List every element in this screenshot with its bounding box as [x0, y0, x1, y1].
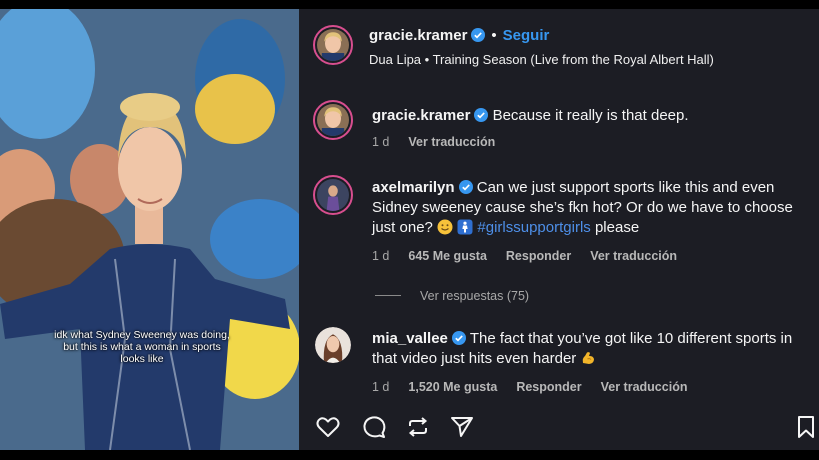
- comment-avatar-image: [317, 104, 349, 136]
- comment-time: 1 d: [372, 249, 390, 263]
- comment-meta: 1 d 1,520 Me gusta Responder Ver traducción: [372, 380, 706, 394]
- verified-badge-icon: [458, 180, 473, 194]
- comment-text-tail: please: [594, 219, 640, 236]
- comment-avatar-image: [317, 179, 349, 211]
- comment-icon[interactable]: [361, 414, 387, 440]
- view-replies-label: Ver respuestas (75): [420, 289, 530, 303]
- replies-divider: [375, 295, 401, 296]
- comment-body: axelmarilyn Can we just support sports l…: [372, 178, 812, 238]
- comment-meta: 1 d Ver traducción: [372, 135, 514, 149]
- bookmark-icon[interactable]: [795, 414, 815, 440]
- view-replies-button[interactable]: Ver respuestas (75): [375, 289, 529, 303]
- verified-badge-icon: [471, 28, 486, 42]
- comment-text: Because it really is that deep.: [492, 107, 689, 124]
- smile-emoji-icon: [437, 219, 453, 235]
- author-avatar[interactable]: [313, 25, 353, 65]
- comment-time: 1 d: [372, 380, 390, 394]
- comment-time: 1 d: [372, 135, 390, 149]
- post-caption-overlay: idk what Sydney Sweeney was doing, but t…: [54, 329, 230, 365]
- send-icon[interactable]: [449, 414, 475, 440]
- flexed-biceps-emoji-icon: [583, 352, 595, 364]
- verified-badge-icon: [474, 108, 489, 122]
- reply-button[interactable]: Responder: [516, 380, 581, 394]
- post-header: gracie.kramer • Seguir: [369, 27, 549, 44]
- woman-standing-emoji-icon: [457, 219, 473, 235]
- comment-meta: 1 d 645 Me gusta Responder Ver traducción: [372, 249, 696, 263]
- comment-avatar[interactable]: [313, 175, 353, 215]
- like-count[interactable]: 1,520 Me gusta: [408, 380, 497, 394]
- comment-username[interactable]: gracie.kramer: [372, 107, 470, 124]
- verified-badge-icon: [451, 331, 466, 345]
- comment-avatar-image: [315, 327, 351, 363]
- comment-avatar[interactable]: [313, 100, 353, 140]
- audio-link[interactable]: Dua Lipa • Training Season (Live from th…: [369, 52, 714, 67]
- author-username[interactable]: gracie.kramer: [369, 27, 467, 44]
- separator-dot: •: [491, 27, 497, 44]
- comment-username[interactable]: axelmarilyn: [372, 179, 455, 196]
- post-media[interactable]: idk what Sydney Sweeney was doing, but t…: [0, 9, 299, 450]
- translate-link[interactable]: Ver traducción: [601, 380, 688, 394]
- translate-link[interactable]: Ver traducción: [408, 135, 495, 149]
- follow-button[interactable]: Seguir: [503, 27, 550, 44]
- heart-icon[interactable]: [315, 414, 341, 440]
- translate-link[interactable]: Ver traducción: [590, 249, 677, 263]
- hashtag-link[interactable]: #girlssupportgirls: [477, 219, 590, 236]
- comment-avatar[interactable]: [315, 327, 351, 363]
- like-count[interactable]: 645 Me gusta: [408, 249, 487, 263]
- repost-icon[interactable]: [405, 414, 431, 440]
- comment-username[interactable]: mia_vallee: [372, 330, 448, 347]
- author-avatar-image: [317, 29, 349, 61]
- reply-button[interactable]: Responder: [506, 249, 571, 263]
- comments-panel: gracie.kramer • Seguir Dua Lipa • Training…: [299, 9, 819, 450]
- post-image: [0, 9, 299, 450]
- comment-body: gracie.kramer Because it really is that …: [372, 106, 812, 126]
- comment-body: mia_vallee The fact that you’ve got like…: [372, 329, 812, 369]
